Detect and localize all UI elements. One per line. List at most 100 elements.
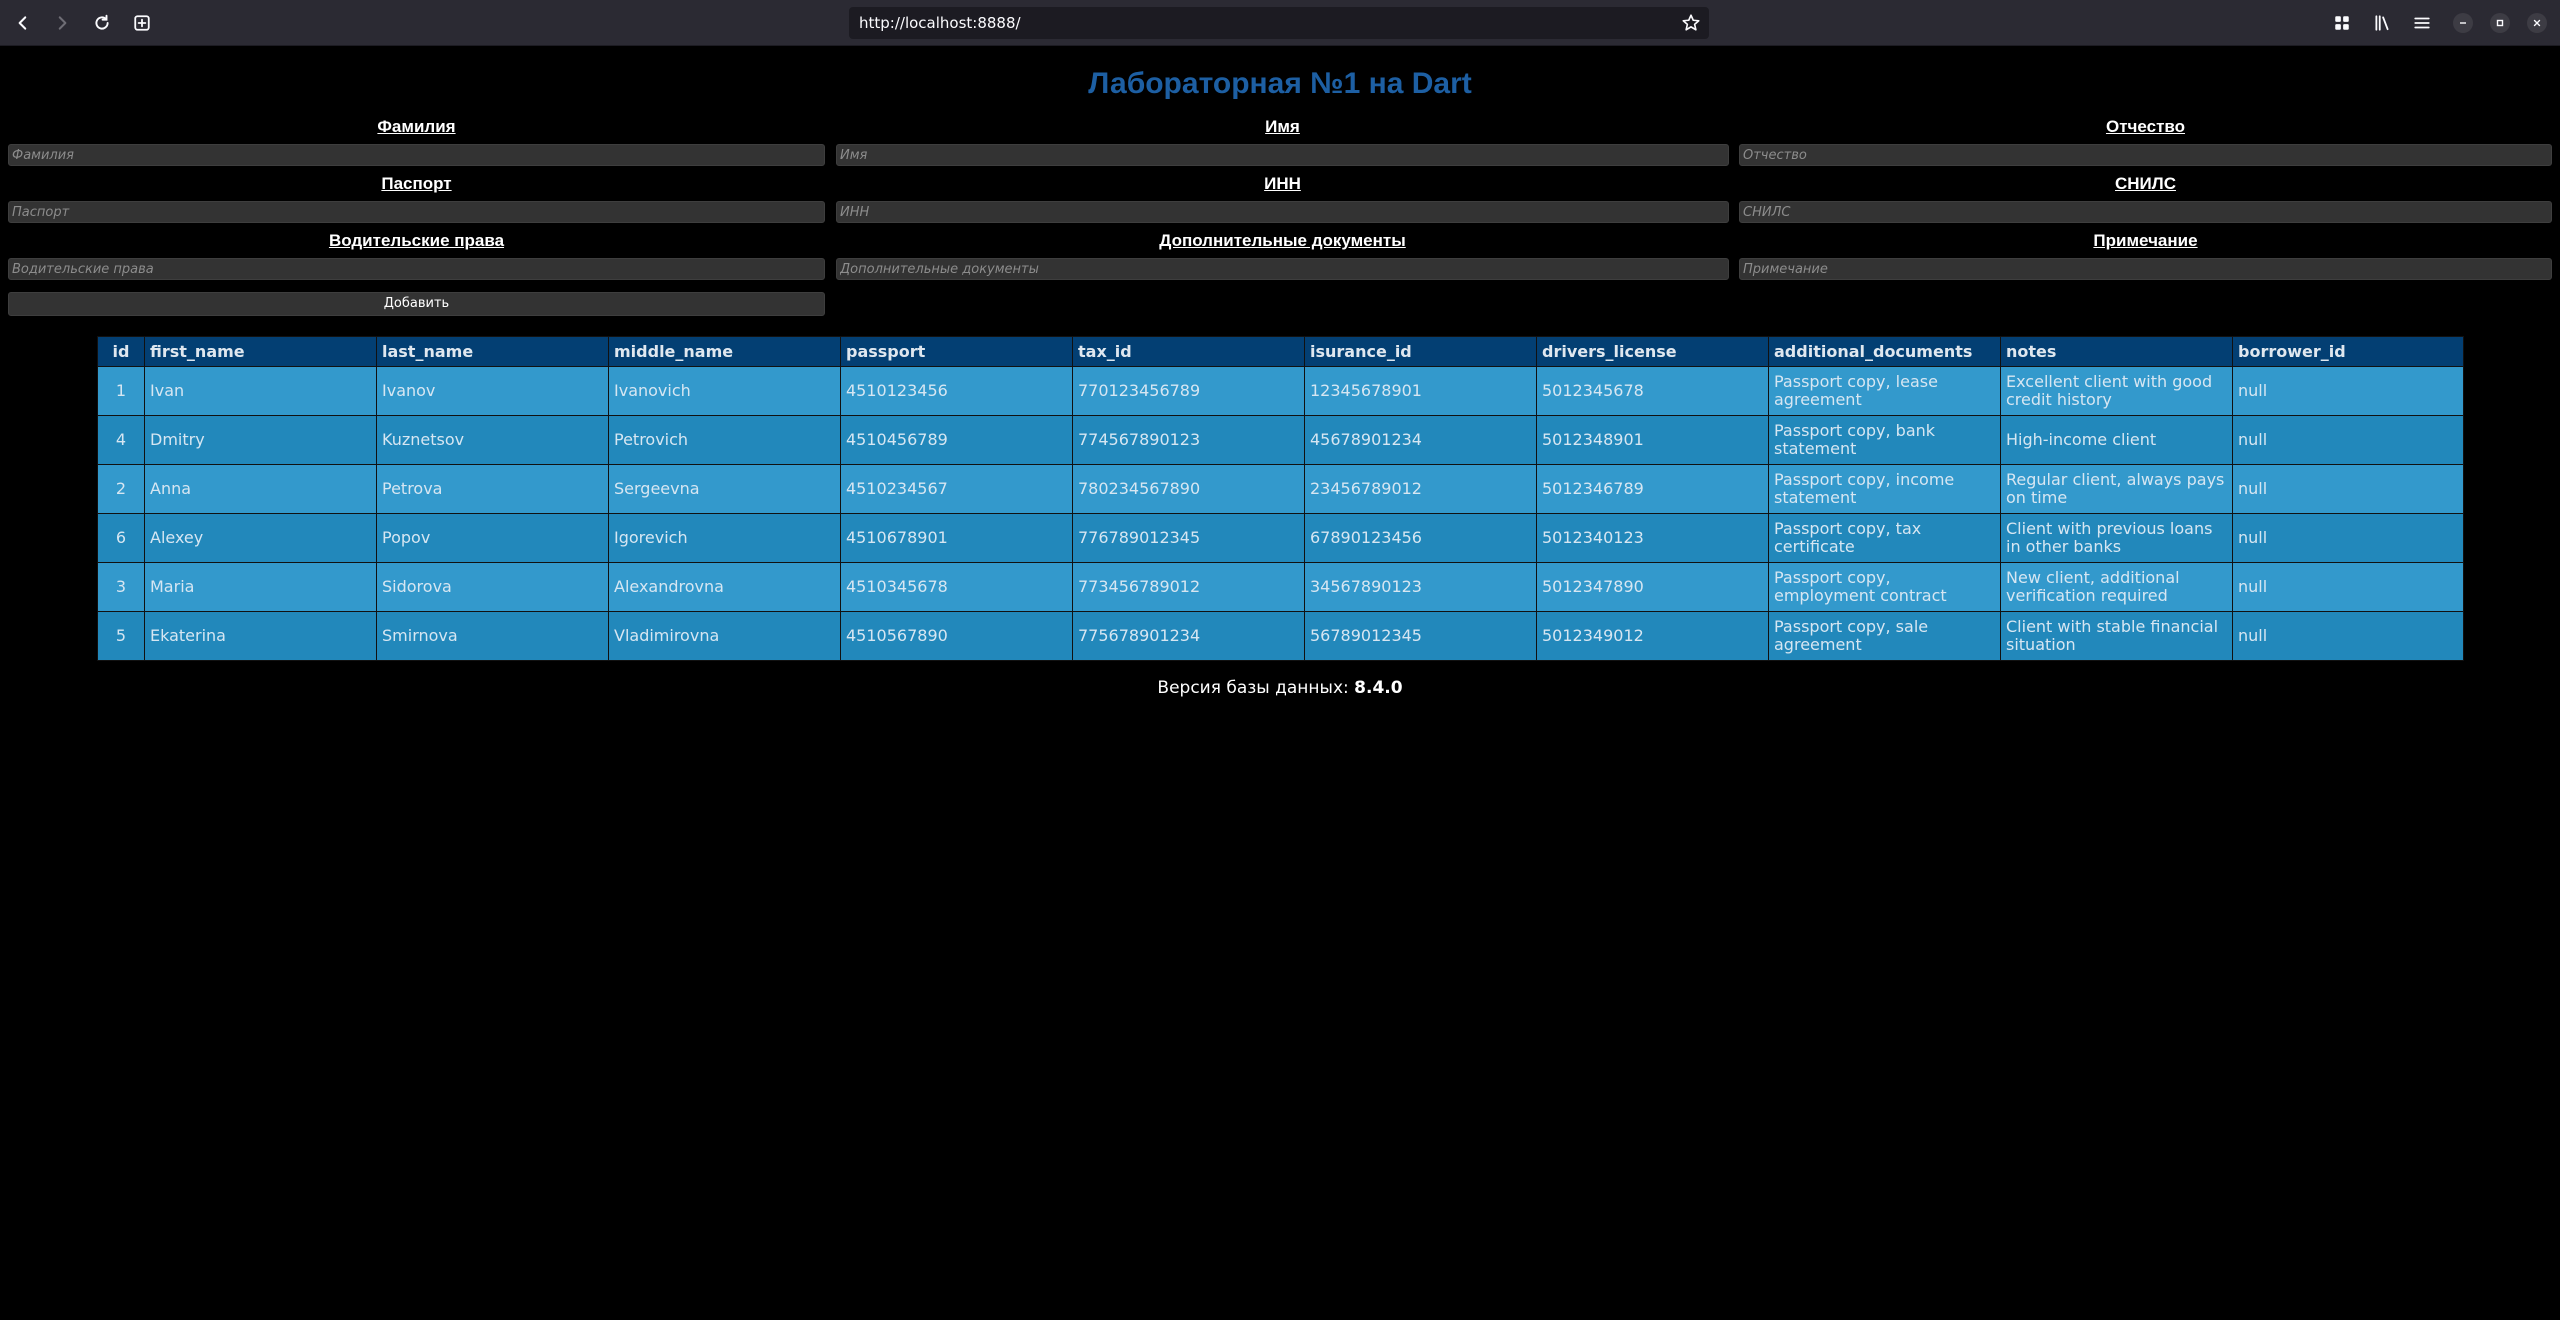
- table-cell-middle-name: Alexandrovna: [608, 562, 841, 612]
- column-header-tax-id: tax_id: [1072, 336, 1305, 367]
- table-cell-passport: 4510345678: [840, 562, 1073, 612]
- table-cell-last-name: Petrova: [376, 464, 609, 514]
- column-header-borrower-id: borrower_id: [2232, 336, 2464, 367]
- table-cell-drivers-license: 5012347890: [1536, 562, 1769, 612]
- table-cell-passport: 4510678901: [840, 513, 1073, 563]
- table-row: 1 Ivan Ivanov Ivanovich 4510123456 7701234567…: [97, 366, 2464, 416]
- table-cell-tax-id: 774567890123: [1072, 415, 1305, 465]
- table-cell-last-name: Smirnova: [376, 611, 609, 661]
- table-cell-borrower-id: null: [2232, 366, 2464, 416]
- table-cell-notes: New client, additional verification requ…: [2000, 562, 2233, 612]
- table-cell-additional-documents: Passport copy, tax certificate: [1768, 513, 2001, 563]
- table-cell-tax-id: 770123456789: [1072, 366, 1305, 416]
- add-button[interactable]: Добавить: [8, 292, 825, 316]
- maximize-icon: [2496, 19, 2504, 27]
- table-cell-id: 5: [97, 611, 145, 661]
- star-icon[interactable]: [1681, 13, 1701, 33]
- table-cell-last-name: Popov: [376, 513, 609, 563]
- table-cell-notes: High-income client: [2000, 415, 2233, 465]
- table-cell-middle-name: Sergeevna: [608, 464, 841, 514]
- maximize-button[interactable]: [2490, 13, 2510, 33]
- table-cell-isurance-id: 67890123456: [1304, 513, 1537, 563]
- table-cell-id: 3: [97, 562, 145, 612]
- new-tab-button[interactable]: [128, 9, 156, 37]
- arrow-left-icon: [18, 16, 27, 30]
- menu-button[interactable]: [2408, 9, 2436, 37]
- table-cell-id: 1: [97, 366, 145, 416]
- table-row: 3 Maria Sidorova Alexandrovna 4510345678 7734…: [97, 562, 2464, 612]
- browser-toolbar: http://localhost:8888/: [0, 0, 2560, 46]
- table-cell-drivers-license: 5012340123: [1536, 513, 1769, 563]
- table-cell-borrower-id: null: [2232, 611, 2464, 661]
- label-inn: ИНН: [1264, 174, 1301, 193]
- label-drivers-license: Водительские права: [328, 231, 505, 250]
- table-cell-last-name: Ivanov: [376, 366, 609, 416]
- passport-input[interactable]: [8, 201, 825, 223]
- table-cell-drivers-license: 5012345678: [1536, 366, 1769, 416]
- table-cell-borrower-id: null: [2232, 415, 2464, 465]
- table-cell-middle-name: Ivanovich: [608, 366, 841, 416]
- last-name-input[interactable]: [8, 144, 825, 166]
- table-cell-notes: Excellent client with good credit histor…: [2000, 366, 2233, 416]
- column-header-last-name: last_name: [376, 336, 609, 367]
- arrow-right-icon: [58, 16, 67, 30]
- new-tab-icon: [134, 15, 150, 31]
- url-text[interactable]: http://localhost:8888/: [859, 7, 1021, 39]
- table-cell-first-name: Dmitry: [144, 415, 377, 465]
- inn-input[interactable]: [836, 201, 1729, 223]
- table-cell-tax-id: 773456789012: [1072, 562, 1305, 612]
- table-cell-first-name: Alexey: [144, 513, 377, 563]
- notes-input[interactable]: [1739, 258, 2552, 280]
- extensions-button[interactable]: [2328, 9, 2356, 37]
- table-cell-id: 4: [97, 415, 145, 465]
- table-cell-isurance-id: 56789012345: [1304, 611, 1537, 661]
- address-bar[interactable]: http://localhost:8888/: [849, 7, 1709, 39]
- forward-button[interactable]: [48, 9, 76, 37]
- table-cell-passport: 4510567890: [840, 611, 1073, 661]
- reload-button[interactable]: [88, 9, 116, 37]
- table-row: 2 Anna Petrova Sergeevna 4510234567 780234567…: [97, 464, 2464, 514]
- minimize-button[interactable]: [2453, 13, 2473, 33]
- hamburger-menu-icon: [2414, 17, 2430, 29]
- db-version-label: Версия базы данных:: [1157, 678, 1355, 698]
- label-snils: СНИЛС: [2115, 174, 2176, 193]
- library-icon: [2375, 15, 2389, 31]
- table-row: 6 Alexey Popov Igorevich 4510678901 776789012…: [97, 513, 2464, 563]
- column-header-notes: notes: [2000, 336, 2233, 367]
- close-window-button[interactable]: [2527, 13, 2547, 33]
- table-cell-first-name: Maria: [144, 562, 377, 612]
- table-body: 1 Ivan Ivanov Ivanovich 4510123456 7701234567…: [97, 366, 2464, 661]
- table-cell-drivers-license: 5012346789: [1536, 464, 1769, 514]
- column-header-first-name: first_name: [144, 336, 377, 367]
- table-cell-tax-id: 780234567890: [1072, 464, 1305, 514]
- additional-documents-input[interactable]: [836, 258, 1729, 280]
- table-cell-borrower-id: null: [2232, 464, 2464, 514]
- reload-icon: [95, 14, 109, 30]
- first-name-input[interactable]: [836, 144, 1729, 166]
- borrowers-table: id first_name last_name middle_name passport…: [97, 336, 2464, 661]
- drivers-license-input[interactable]: [8, 258, 825, 280]
- table-cell-tax-id: 776789012345: [1072, 513, 1305, 563]
- library-button[interactable]: [2368, 9, 2396, 37]
- label-additional-documents: Дополнительные документы: [1159, 231, 1406, 250]
- table-cell-isurance-id: 12345678901: [1304, 366, 1537, 416]
- label-first-name: Имя: [1265, 117, 1300, 136]
- db-version-value: 8.4.0: [1354, 678, 1403, 698]
- table-cell-passport: 4510456789: [840, 415, 1073, 465]
- table-row: 5 Ekaterina Smirnova Vladimirovna 4510567890…: [97, 611, 2464, 661]
- page-title: Лабораторная №1 на Dart: [1088, 67, 1472, 100]
- column-header-isurance-id: isurance_id: [1304, 336, 1537, 367]
- middle-name-input[interactable]: [1739, 144, 2552, 166]
- label-passport: Паспорт: [381, 174, 452, 193]
- close-icon: [2533, 19, 2541, 27]
- table-cell-notes: Client with stable financial situation: [2000, 611, 2233, 661]
- table-header-row: id first_name last_name middle_name passport…: [97, 336, 2464, 367]
- snils-input[interactable]: [1739, 201, 2552, 223]
- column-header-drivers-license: drivers_license: [1536, 336, 1769, 367]
- back-button[interactable]: [9, 9, 37, 37]
- table-cell-middle-name: Petrovich: [608, 415, 841, 465]
- table-cell-id: 6: [97, 513, 145, 563]
- table-cell-additional-documents: Passport copy, income statement: [1768, 464, 2001, 514]
- column-header-id: id: [97, 336, 145, 367]
- table-cell-isurance-id: 23456789012: [1304, 464, 1537, 514]
